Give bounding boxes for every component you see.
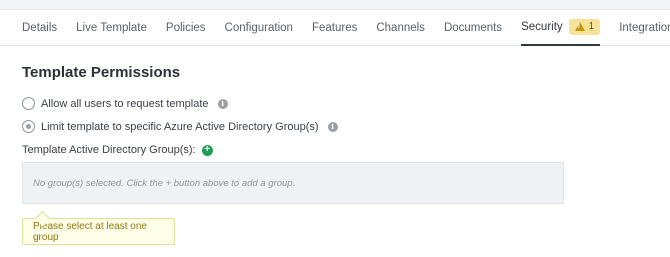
validation-message: Please select at least one group xyxy=(33,220,147,243)
tab-live-template[interactable]: Live Template xyxy=(76,10,147,46)
tab-label: Configuration xyxy=(224,21,293,34)
tab-channels[interactable]: Channels xyxy=(376,10,425,46)
tab-label: Channels xyxy=(376,21,425,34)
top-strip xyxy=(0,0,670,10)
warning-badge: 1 xyxy=(568,18,601,35)
limit-groups-label: Limit template to specific Azure Active … xyxy=(41,120,319,133)
tab-label: Details xyxy=(22,21,58,34)
groups-list-box: No group(s) selected. Click the + button… xyxy=(22,162,564,204)
tab-label: Security xyxy=(521,20,563,33)
groups-field-label: Template Active Directory Group(s): + xyxy=(22,144,213,156)
section-title: Template Permissions xyxy=(22,64,181,81)
validation-tooltip: Please select at least one group xyxy=(22,218,175,245)
limit-groups-option[interactable]: Limit template to specific Azure Active … xyxy=(22,120,338,133)
limit-groups-radio[interactable] xyxy=(22,120,35,133)
tab-details[interactable]: Details xyxy=(22,10,57,46)
tab-policies[interactable]: Policies xyxy=(166,10,206,46)
groups-label-text: Template Active Directory Group(s): xyxy=(22,144,196,156)
tab-security[interactable]: Security 1 xyxy=(521,10,601,46)
add-group-icon[interactable]: + xyxy=(201,144,213,156)
info-icon[interactable]: i xyxy=(217,98,228,109)
info-icon[interactable]: i xyxy=(327,121,338,132)
allow-all-radio[interactable] xyxy=(22,97,35,110)
tab-label: Documents xyxy=(443,21,503,34)
tab-documents[interactable]: Documents xyxy=(444,10,502,46)
tab-features[interactable]: Features xyxy=(312,10,357,46)
allow-all-label: Allow all users to request template xyxy=(41,97,209,110)
warning-icon xyxy=(574,22,585,31)
tab-configuration[interactable]: Configuration xyxy=(225,10,293,46)
tab-label: Features xyxy=(311,21,358,34)
warning-count: 1 xyxy=(588,21,595,32)
empty-groups-text: No group(s) selected. Click the + button… xyxy=(33,177,296,189)
tab-bar: Details Live Template Policies Configura… xyxy=(0,10,670,46)
allow-all-option[interactable]: Allow all users to request template i xyxy=(22,97,228,110)
tab-label: Policies xyxy=(165,21,206,34)
tab-label: Integrations xyxy=(619,21,670,34)
tab-integrations[interactable]: Integrations xyxy=(619,10,670,46)
tab-label: Live Template xyxy=(76,21,147,34)
